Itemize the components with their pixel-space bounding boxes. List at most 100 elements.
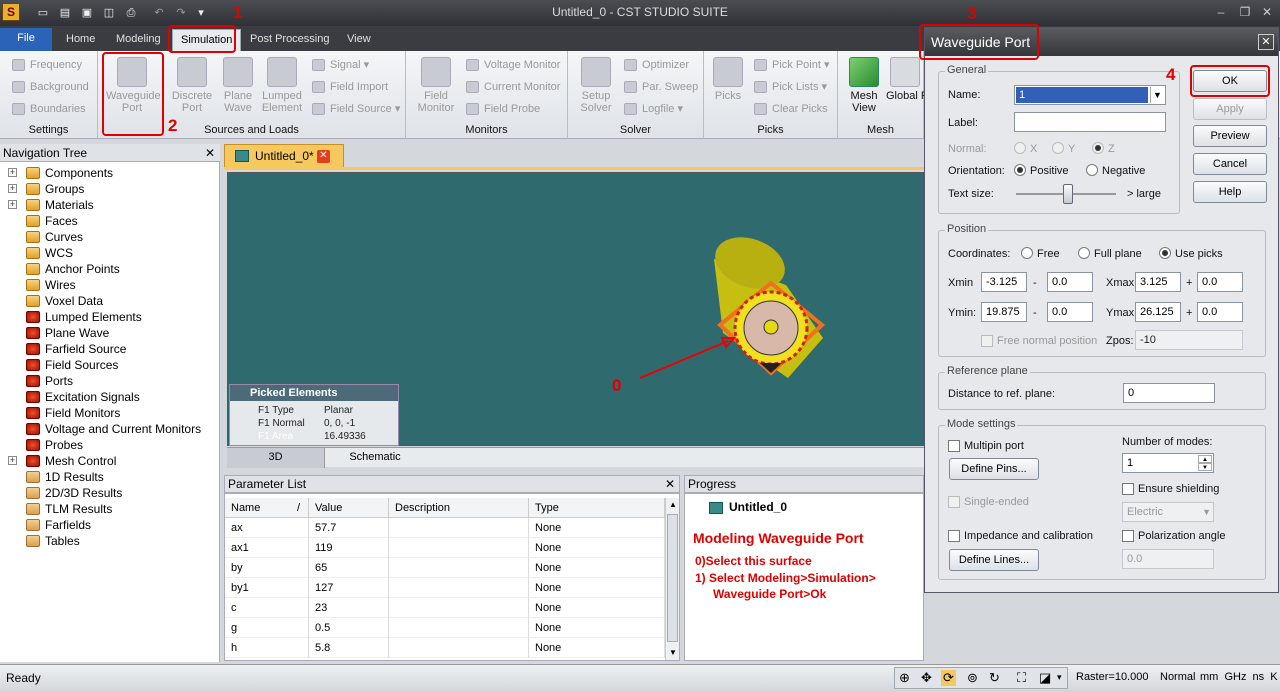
tab-modeling[interactable]: Modeling <box>108 29 169 51</box>
table-cell[interactable]: None <box>529 518 665 538</box>
ymax-offset-input[interactable]: 0.0 <box>1197 302 1243 322</box>
chevron-down-icon[interactable]: ▼ <box>1150 87 1164 103</box>
picks-button[interactable]: Picks <box>702 57 754 102</box>
col-description[interactable]: Description <box>389 498 529 518</box>
label-input[interactable] <box>1014 112 1166 132</box>
minimize-icon[interactable]: – <box>1212 5 1230 19</box>
lumped-element-button[interactable]: Lumped Element <box>256 57 308 114</box>
close-tab-icon[interactable]: ✕ <box>317 150 330 163</box>
ymin-input[interactable]: 19.875 <box>981 302 1027 322</box>
clear-picks-button[interactable]: Clear Picks <box>752 100 828 118</box>
field-probe-button[interactable]: Field Probe <box>464 100 540 118</box>
current-monitor-button[interactable]: Current Monitor <box>464 78 560 96</box>
orientation-positive-radio[interactable] <box>1014 164 1026 176</box>
discrete-port-button[interactable]: Discrete Port <box>166 57 218 114</box>
table-cell[interactable]: None <box>529 538 665 558</box>
tab-home[interactable]: Home <box>58 29 103 51</box>
coords-free-radio[interactable] <box>1021 247 1033 259</box>
distance-input[interactable]: 0 <box>1123 383 1215 403</box>
table-cell[interactable]: by <box>225 558 309 578</box>
global-properties-button[interactable]: Global Properties <box>886 57 924 102</box>
mesh-view-button[interactable]: Mesh View <box>838 57 890 114</box>
field-source-button[interactable]: Field Source ▾ <box>310 100 400 118</box>
coords-full-plane-radio[interactable] <box>1078 247 1090 259</box>
table-cell[interactable]: 57.7 <box>309 518 389 538</box>
frequency-button[interactable]: Frequency <box>10 56 82 74</box>
tab-post-processing[interactable]: Post Processing <box>242 29 337 51</box>
table-cell[interactable]: None <box>529 578 665 598</box>
close-icon[interactable]: ✕ <box>665 476 675 492</box>
signal-button[interactable]: Signal ▾ <box>310 56 369 74</box>
shielding-select[interactable]: Electric ▼ <box>1122 502 1214 522</box>
boundaries-button[interactable]: Boundaries <box>10 100 86 118</box>
pan-icon[interactable]: ✥ <box>921 670 932 686</box>
document-tab[interactable]: Untitled_0* ✕ <box>224 144 344 168</box>
tab-schematic[interactable]: Schematic <box>325 448 425 468</box>
apply-button[interactable]: Apply <box>1193 98 1267 120</box>
expand-icon[interactable]: + <box>8 456 17 465</box>
rotate-icon[interactable]: ⟳ <box>941 670 956 686</box>
define-lines-button[interactable]: Define Lines... <box>949 549 1039 571</box>
expand-icon[interactable]: + <box>8 184 17 193</box>
scroll-down-icon[interactable]: ▼ <box>667 646 679 660</box>
define-pins-button[interactable]: Define Pins... <box>949 458 1039 480</box>
chevron-down-icon[interactable]: ▾ <box>1057 672 1062 683</box>
restore-icon[interactable]: ❐ <box>1236 5 1254 19</box>
par-sweep-button[interactable]: Par. Sweep <box>622 78 698 96</box>
expand-icon[interactable]: + <box>8 168 17 177</box>
optimizer-button[interactable]: Optimizer <box>622 56 689 74</box>
table-cell[interactable]: c <box>225 598 309 618</box>
close-dialog-icon[interactable]: ✕ <box>1258 34 1274 50</box>
xmin-offset-input[interactable]: 0.0 <box>1047 272 1093 292</box>
close-icon[interactable]: ✕ <box>205 144 215 162</box>
help-button[interactable]: Help <box>1193 181 1267 203</box>
table-cell[interactable]: None <box>529 638 665 658</box>
ymin-offset-input[interactable]: 0.0 <box>1047 302 1093 322</box>
col-name[interactable]: Name / <box>225 498 309 518</box>
col-value[interactable]: Value <box>309 498 389 518</box>
chevron-down-icon[interactable]: ▼ <box>1202 503 1211 521</box>
normal-x-radio[interactable] <box>1014 142 1026 154</box>
table-cell[interactable]: 5.8 <box>309 638 389 658</box>
spin-up-icon[interactable]: ▲ <box>1198 455 1212 463</box>
free-normal-checkbox[interactable] <box>981 335 993 347</box>
orientation-negative-radio[interactable] <box>1086 164 1098 176</box>
pick-point-button[interactable]: Pick Point ▾ <box>752 56 830 74</box>
table-cell[interactable] <box>389 538 529 558</box>
cube-view-icon[interactable]: ◪ <box>1039 670 1051 686</box>
col-type[interactable]: Type <box>529 498 665 518</box>
tab-3d[interactable]: 3D <box>227 448 325 468</box>
coords-use-picks-radio[interactable] <box>1159 247 1171 259</box>
table-cell[interactable] <box>389 638 529 658</box>
table-cell[interactable]: g <box>225 618 309 638</box>
table-cell[interactable] <box>389 598 529 618</box>
table-cell[interactable]: 127 <box>309 578 389 598</box>
table-cell[interactable]: h <box>225 638 309 658</box>
spin-icon[interactable]: ↻ <box>989 670 1000 686</box>
xmax-input[interactable]: 3.125 <box>1135 272 1181 292</box>
table-cell[interactable] <box>389 578 529 598</box>
table-cell[interactable]: ax1 <box>225 538 309 558</box>
voltage-monitor-button[interactable]: Voltage Monitor <box>464 56 560 74</box>
scrollbar[interactable]: ▲ ▼ <box>665 498 679 660</box>
background-button[interactable]: Background <box>10 78 89 96</box>
field-import-button[interactable]: Field Import <box>310 78 388 96</box>
spin-down-icon[interactable]: ▼ <box>1198 463 1212 471</box>
table-cell[interactable] <box>389 558 529 578</box>
table-cell[interactable]: 0.5 <box>309 618 389 638</box>
table-cell[interactable]: 23 <box>309 598 389 618</box>
xmax-offset-input[interactable]: 0.0 <box>1197 272 1243 292</box>
table-cell[interactable]: None <box>529 558 665 578</box>
table-cell[interactable]: by1 <box>225 578 309 598</box>
pick-lists-button[interactable]: Pick Lists ▾ <box>752 78 827 96</box>
normal-y-radio[interactable] <box>1052 142 1064 154</box>
impedance-checkbox[interactable] <box>948 530 960 542</box>
xmin-input[interactable]: -3.125 <box>981 272 1027 292</box>
scroll-up-icon[interactable]: ▲ <box>667 498 679 512</box>
preview-button[interactable]: Preview <box>1193 125 1267 147</box>
zpos-input[interactable]: -10 <box>1135 330 1243 350</box>
normal-z-radio[interactable] <box>1092 142 1104 154</box>
tab-view[interactable]: View <box>339 29 379 51</box>
tab-file[interactable]: File <box>0 28 52 51</box>
ymax-input[interactable]: 26.125 <box>1135 302 1181 322</box>
